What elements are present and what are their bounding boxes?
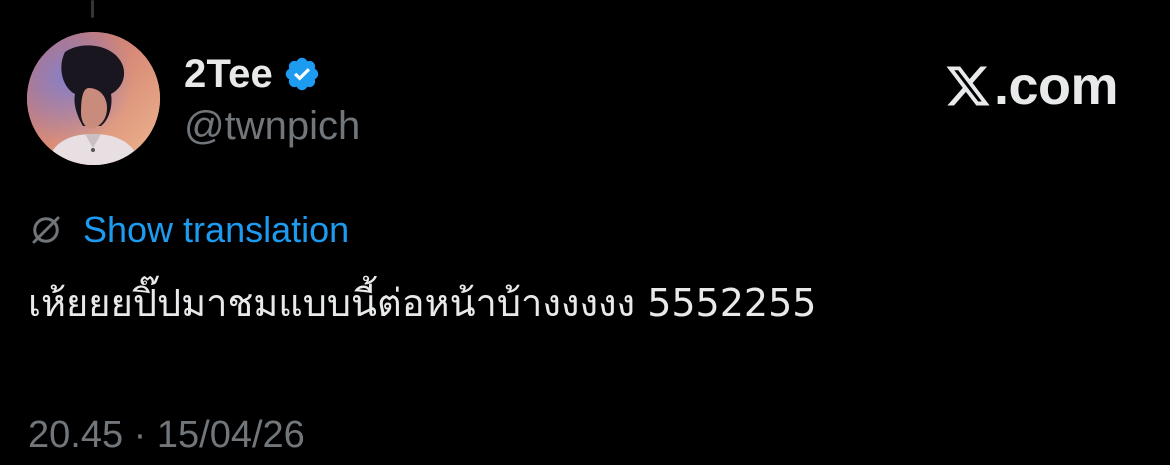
globe-translate-icon bbox=[28, 212, 64, 248]
thread-connector-line bbox=[91, 0, 94, 18]
author-handle[interactable]: @twnpich bbox=[184, 104, 360, 149]
avatar[interactable] bbox=[27, 32, 160, 165]
tweet-timestamp[interactable]: 20.45 · 15/04/26 bbox=[28, 414, 305, 457]
x-com-brand: .com bbox=[944, 56, 1119, 116]
tweet-text: เห้ยยยปิ๊ปมาชมแบบนี้ต่อหน้าบ้างงงงง 5552… bbox=[28, 281, 817, 325]
author-name-row[interactable]: 2Tee bbox=[184, 52, 321, 96]
avatar-image bbox=[27, 32, 160, 165]
verified-badge-icon bbox=[283, 55, 321, 93]
show-translation-link[interactable]: Show translation bbox=[83, 209, 349, 251]
x-logo-icon bbox=[944, 62, 992, 110]
show-translation-row[interactable]: Show translation bbox=[28, 207, 349, 253]
author-display-name[interactable]: 2Tee bbox=[184, 52, 273, 97]
brand-domain-text: .com bbox=[993, 56, 1119, 116]
